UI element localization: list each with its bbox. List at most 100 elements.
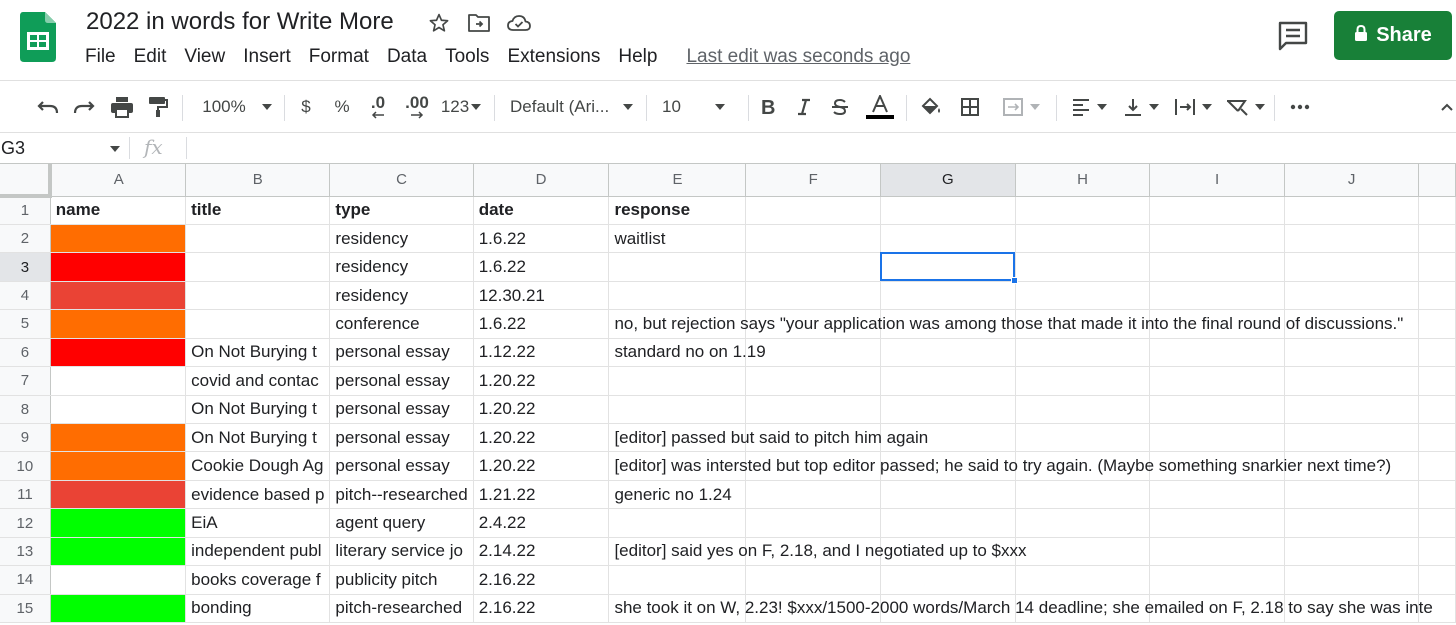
column-header-partial[interactable]: [1418, 164, 1456, 197]
cell-partial2[interactable]: [1418, 224, 1456, 254]
cell-partial11[interactable]: [1418, 480, 1456, 510]
share-button[interactable]: Share: [1334, 11, 1452, 60]
menu-extensions[interactable]: Extensions: [498, 44, 609, 70]
cell-g3[interactable]: [880, 252, 1016, 282]
cell-e15[interactable]: she took it on W, 2.23! $xxx/1500-2000 w…: [608, 594, 1433, 624]
cell-h14[interactable]: [1015, 565, 1151, 595]
cell-f12[interactable]: [745, 508, 882, 538]
row-header[interactable]: 3: [0, 252, 51, 282]
cell-e10[interactable]: [editor] was intersted but top editor pa…: [608, 451, 1391, 481]
cell-partial13[interactable]: [1418, 537, 1456, 567]
column-header-b[interactable]: B: [185, 164, 331, 197]
cell-f7[interactable]: [745, 366, 882, 396]
cell-j13[interactable]: [1284, 537, 1420, 567]
cell-e4[interactable]: [608, 281, 747, 311]
cell-c11[interactable]: pitch--researched: [329, 480, 474, 510]
cell-e2[interactable]: waitlist: [608, 224, 747, 254]
cell-g7[interactable]: [880, 366, 1016, 396]
cell-c14[interactable]: publicity pitch: [329, 565, 474, 595]
row-header[interactable]: 10: [0, 451, 51, 481]
cell-e1[interactable]: response: [608, 196, 747, 225]
cell-a13[interactable]: [50, 537, 187, 567]
column-header-h[interactable]: H: [1015, 164, 1151, 197]
cell-h4[interactable]: [1015, 281, 1151, 311]
paint-format-icon[interactable]: [144, 81, 172, 133]
row-header[interactable]: 11: [0, 480, 51, 510]
strikethrough-button[interactable]: [828, 81, 852, 133]
cell-f11[interactable]: [745, 480, 882, 510]
cell-c15[interactable]: pitch-researched: [329, 594, 474, 624]
cell-e8[interactable]: [608, 395, 747, 425]
menu-help[interactable]: Help: [609, 44, 666, 70]
cell-i4[interactable]: [1149, 281, 1285, 311]
cell-partial8[interactable]: [1418, 395, 1456, 425]
cell-partial1[interactable]: [1418, 196, 1456, 225]
row-header[interactable]: 4: [0, 281, 51, 311]
menu-format[interactable]: Format: [300, 44, 378, 70]
cell-j2[interactable]: [1284, 224, 1420, 254]
row-header[interactable]: 2: [0, 224, 51, 254]
print-icon[interactable]: [108, 81, 136, 133]
column-header-e[interactable]: E: [608, 164, 747, 197]
cell-j3[interactable]: [1284, 252, 1420, 282]
cell-partial10[interactable]: [1418, 451, 1456, 481]
cell-e12[interactable]: [608, 508, 747, 538]
cell-h6[interactable]: [1015, 338, 1151, 368]
cell-j12[interactable]: [1284, 508, 1420, 538]
cell-h3[interactable]: [1015, 252, 1151, 282]
menu-tools[interactable]: Tools: [436, 44, 498, 70]
select-all-corner[interactable]: [0, 164, 53, 198]
last-edit-link[interactable]: Last edit was seconds ago: [686, 46, 910, 68]
decrease-decimal-button[interactable]: .0: [364, 81, 392, 133]
cell-a11[interactable]: [50, 480, 187, 510]
name-box[interactable]: G3: [0, 133, 126, 164]
cell-a15[interactable]: [50, 594, 187, 624]
cell-a8[interactable]: [50, 395, 187, 425]
cell-h9[interactable]: [1015, 423, 1151, 453]
cell-e11[interactable]: generic no 1.24: [608, 480, 747, 510]
cell-j7[interactable]: [1284, 366, 1420, 396]
column-header-d[interactable]: D: [473, 164, 610, 197]
cell-e7[interactable]: [608, 366, 747, 396]
cell-d9[interactable]: 1.20.22: [473, 423, 610, 453]
cell-b10[interactable]: Cookie Dough Ag: [185, 451, 331, 481]
cell-i3[interactable]: [1149, 252, 1285, 282]
cell-c3[interactable]: residency: [329, 252, 474, 282]
column-header-a[interactable]: A: [50, 164, 187, 197]
cell-f8[interactable]: [745, 395, 882, 425]
font-family-select[interactable]: Default (Ari...: [510, 81, 636, 133]
cell-i7[interactable]: [1149, 366, 1285, 396]
cell-partial3[interactable]: [1418, 252, 1456, 282]
cell-d2[interactable]: 1.6.22: [473, 224, 610, 254]
cell-c9[interactable]: personal essay: [329, 423, 474, 453]
cell-i12[interactable]: [1149, 508, 1285, 538]
cell-e14[interactable]: [608, 565, 747, 595]
cell-g6[interactable]: [880, 338, 1016, 368]
cell-h8[interactable]: [1015, 395, 1151, 425]
cell-i6[interactable]: [1149, 338, 1285, 368]
cell-partial12[interactable]: [1418, 508, 1456, 538]
cell-j11[interactable]: [1284, 480, 1420, 510]
star-icon[interactable]: [426, 10, 452, 36]
cloud-saved-icon[interactable]: [506, 10, 532, 36]
document-title[interactable]: 2022 in words for Write More: [86, 8, 394, 36]
cell-d12[interactable]: 2.4.22: [473, 508, 610, 538]
cell-e13[interactable]: [editor] said yes on F, 2.18, and I nego…: [608, 537, 1027, 567]
column-header-j[interactable]: J: [1284, 164, 1420, 197]
menu-edit[interactable]: Edit: [125, 44, 176, 70]
cell-i13[interactable]: [1149, 537, 1285, 567]
column-header-c[interactable]: C: [329, 164, 474, 197]
cell-partial4[interactable]: [1418, 281, 1456, 311]
italic-button[interactable]: [792, 81, 816, 133]
row-header[interactable]: 15: [0, 594, 51, 624]
cell-i11[interactable]: [1149, 480, 1285, 510]
cell-e6[interactable]: standard no on 1.19: [608, 338, 766, 368]
cell-d14[interactable]: 2.16.22: [473, 565, 610, 595]
row-header[interactable]: 9: [0, 423, 51, 453]
cell-j6[interactable]: [1284, 338, 1420, 368]
cell-c4[interactable]: residency: [329, 281, 474, 311]
more-options-icon[interactable]: [1286, 81, 1314, 133]
row-header[interactable]: 1: [0, 196, 51, 225]
cell-j8[interactable]: [1284, 395, 1420, 425]
cell-b4[interactable]: [185, 281, 331, 311]
